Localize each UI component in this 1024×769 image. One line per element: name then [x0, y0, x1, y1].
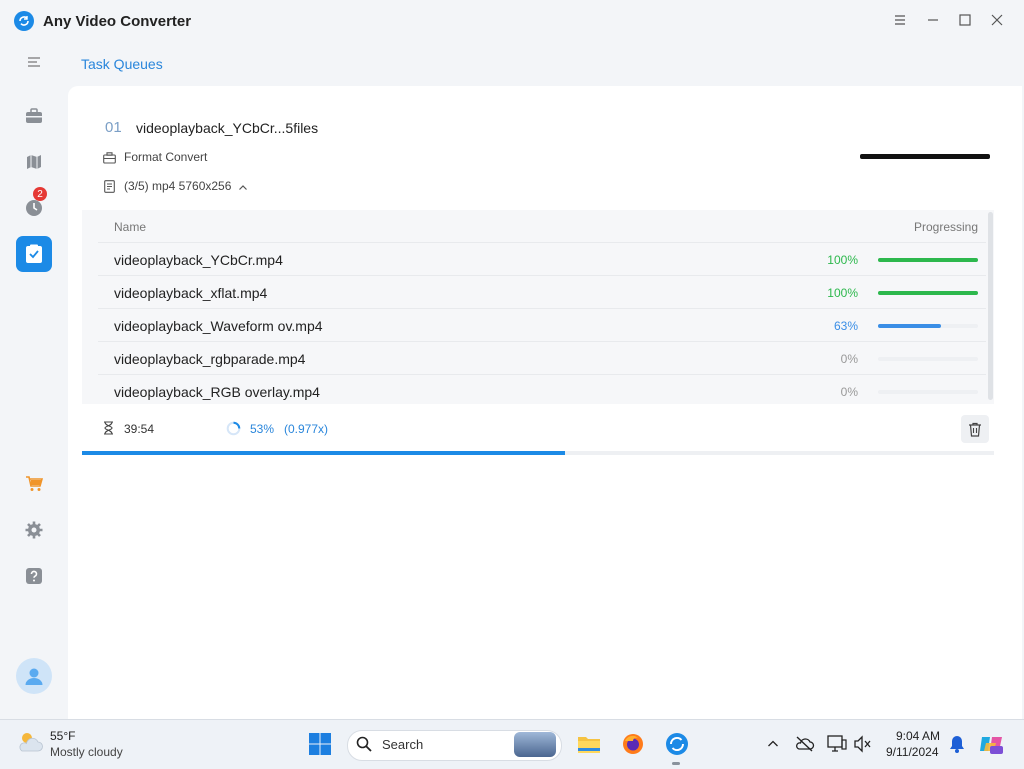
- search-label: Search: [382, 737, 424, 752]
- search-highlight-image: [514, 732, 556, 757]
- hourglass-icon: [103, 421, 114, 440]
- cloud-offline-icon[interactable]: [792, 731, 818, 757]
- file-progress-bar: [878, 324, 978, 328]
- file-explorer-icon[interactable]: [576, 731, 602, 757]
- table-row[interactable]: videoplayback_Waveform ov.mp4 63%: [98, 309, 986, 342]
- weather-description: Mostly cloudy: [50, 745, 123, 759]
- time-remaining: 39:54: [124, 422, 155, 436]
- file-info-icon: [104, 180, 115, 198]
- task-file-info: (3/5) mp4 5760x256: [124, 179, 232, 193]
- table-scrollbar[interactable]: [988, 212, 993, 400]
- windows-start-icon[interactable]: [307, 731, 333, 757]
- table-row[interactable]: videoplayback_rgbparade.mp4 0%: [98, 342, 986, 375]
- page-title: Task Queues: [81, 56, 163, 72]
- cart-icon[interactable]: [22, 472, 46, 496]
- menu-icon[interactable]: [890, 10, 910, 30]
- any-video-converter-taskbar-icon[interactable]: [664, 731, 690, 757]
- file-progress-percent: 0%: [840, 352, 858, 366]
- task-footer: [82, 404, 994, 452]
- clock-date[interactable]: 9/11/2024: [886, 745, 939, 759]
- column-header-progress: Progressing: [913, 220, 978, 234]
- minimize-button[interactable]: [923, 10, 943, 30]
- table-row[interactable]: videoplayback_YCbCr.mp4 100%: [98, 243, 986, 276]
- file-progress-bar: [878, 357, 978, 361]
- volume-muted-icon[interactable]: [850, 731, 876, 757]
- copilot-icon[interactable]: [978, 731, 1004, 757]
- file-name: videoplayback_YCbCr.mp4: [114, 252, 283, 268]
- firefox-icon[interactable]: [620, 731, 646, 757]
- app-logo-icon: [14, 11, 34, 31]
- briefcase-icon: [103, 151, 116, 169]
- file-progress-bar: [878, 258, 978, 262]
- close-button[interactable]: [987, 10, 1007, 30]
- file-progress-percent: 100%: [827, 253, 858, 267]
- task-type: Format Convert: [124, 150, 208, 164]
- clock-time[interactable]: 9:04 AM: [896, 729, 940, 743]
- task-queues-nav-button[interactable]: [16, 236, 52, 272]
- file-progress-fill: [878, 291, 978, 295]
- notification-bell-icon[interactable]: [944, 731, 970, 757]
- file-progress-percent: 0%: [840, 385, 858, 399]
- file-progress-bar: [878, 291, 978, 295]
- map-icon[interactable]: [22, 150, 46, 174]
- history-badge: 2: [33, 187, 47, 201]
- file-name: videoplayback_rgbparade.mp4: [114, 351, 306, 367]
- app-title: Any Video Converter: [43, 13, 192, 30]
- collapse-sidebar-icon[interactable]: [22, 50, 46, 74]
- weather-temperature: 55°F: [50, 729, 76, 743]
- weather-cloud-icon[interactable]: [16, 730, 44, 759]
- table-row[interactable]: videoplayback_xflat.mp4 100%: [98, 276, 986, 309]
- settings-gear-icon[interactable]: [22, 518, 46, 542]
- overall-progress-bar: [82, 451, 994, 455]
- column-header-name: Name: [114, 220, 147, 234]
- file-progress-percent: 63%: [833, 319, 858, 333]
- chevron-up-icon[interactable]: [238, 180, 248, 198]
- task-number: 01: [105, 119, 122, 136]
- file-name: videoplayback_Waveform ov.mp4: [114, 318, 323, 334]
- delete-task-button[interactable]: [961, 415, 989, 443]
- help-icon[interactable]: [22, 564, 46, 588]
- overall-percent: 53%: [250, 422, 275, 436]
- file-name: videoplayback_RGB overlay.mp4: [114, 384, 320, 400]
- conversion-speed: (0.977x): [284, 422, 329, 436]
- user-avatar[interactable]: [16, 658, 52, 694]
- chevron-up-tray-icon[interactable]: [760, 731, 786, 757]
- sidebar: [0, 42, 68, 719]
- maximize-button[interactable]: [955, 10, 975, 30]
- overall-progress-fill: [82, 451, 566, 455]
- search-icon: [356, 736, 372, 757]
- running-indicator: [672, 762, 680, 765]
- spinner-icon: [226, 421, 241, 441]
- file-progress-fill: [878, 258, 978, 262]
- file-progress-bar: [878, 390, 978, 394]
- toolbox-icon[interactable]: [22, 104, 46, 128]
- display-icon[interactable]: [824, 731, 850, 757]
- task-name: videoplayback_YCbCr...5files: [136, 120, 319, 136]
- redacted-bar: [860, 154, 990, 159]
- file-name: videoplayback_xflat.mp4: [114, 285, 268, 301]
- file-progress-percent: 100%: [827, 286, 858, 300]
- file-progress-fill: [878, 324, 941, 328]
